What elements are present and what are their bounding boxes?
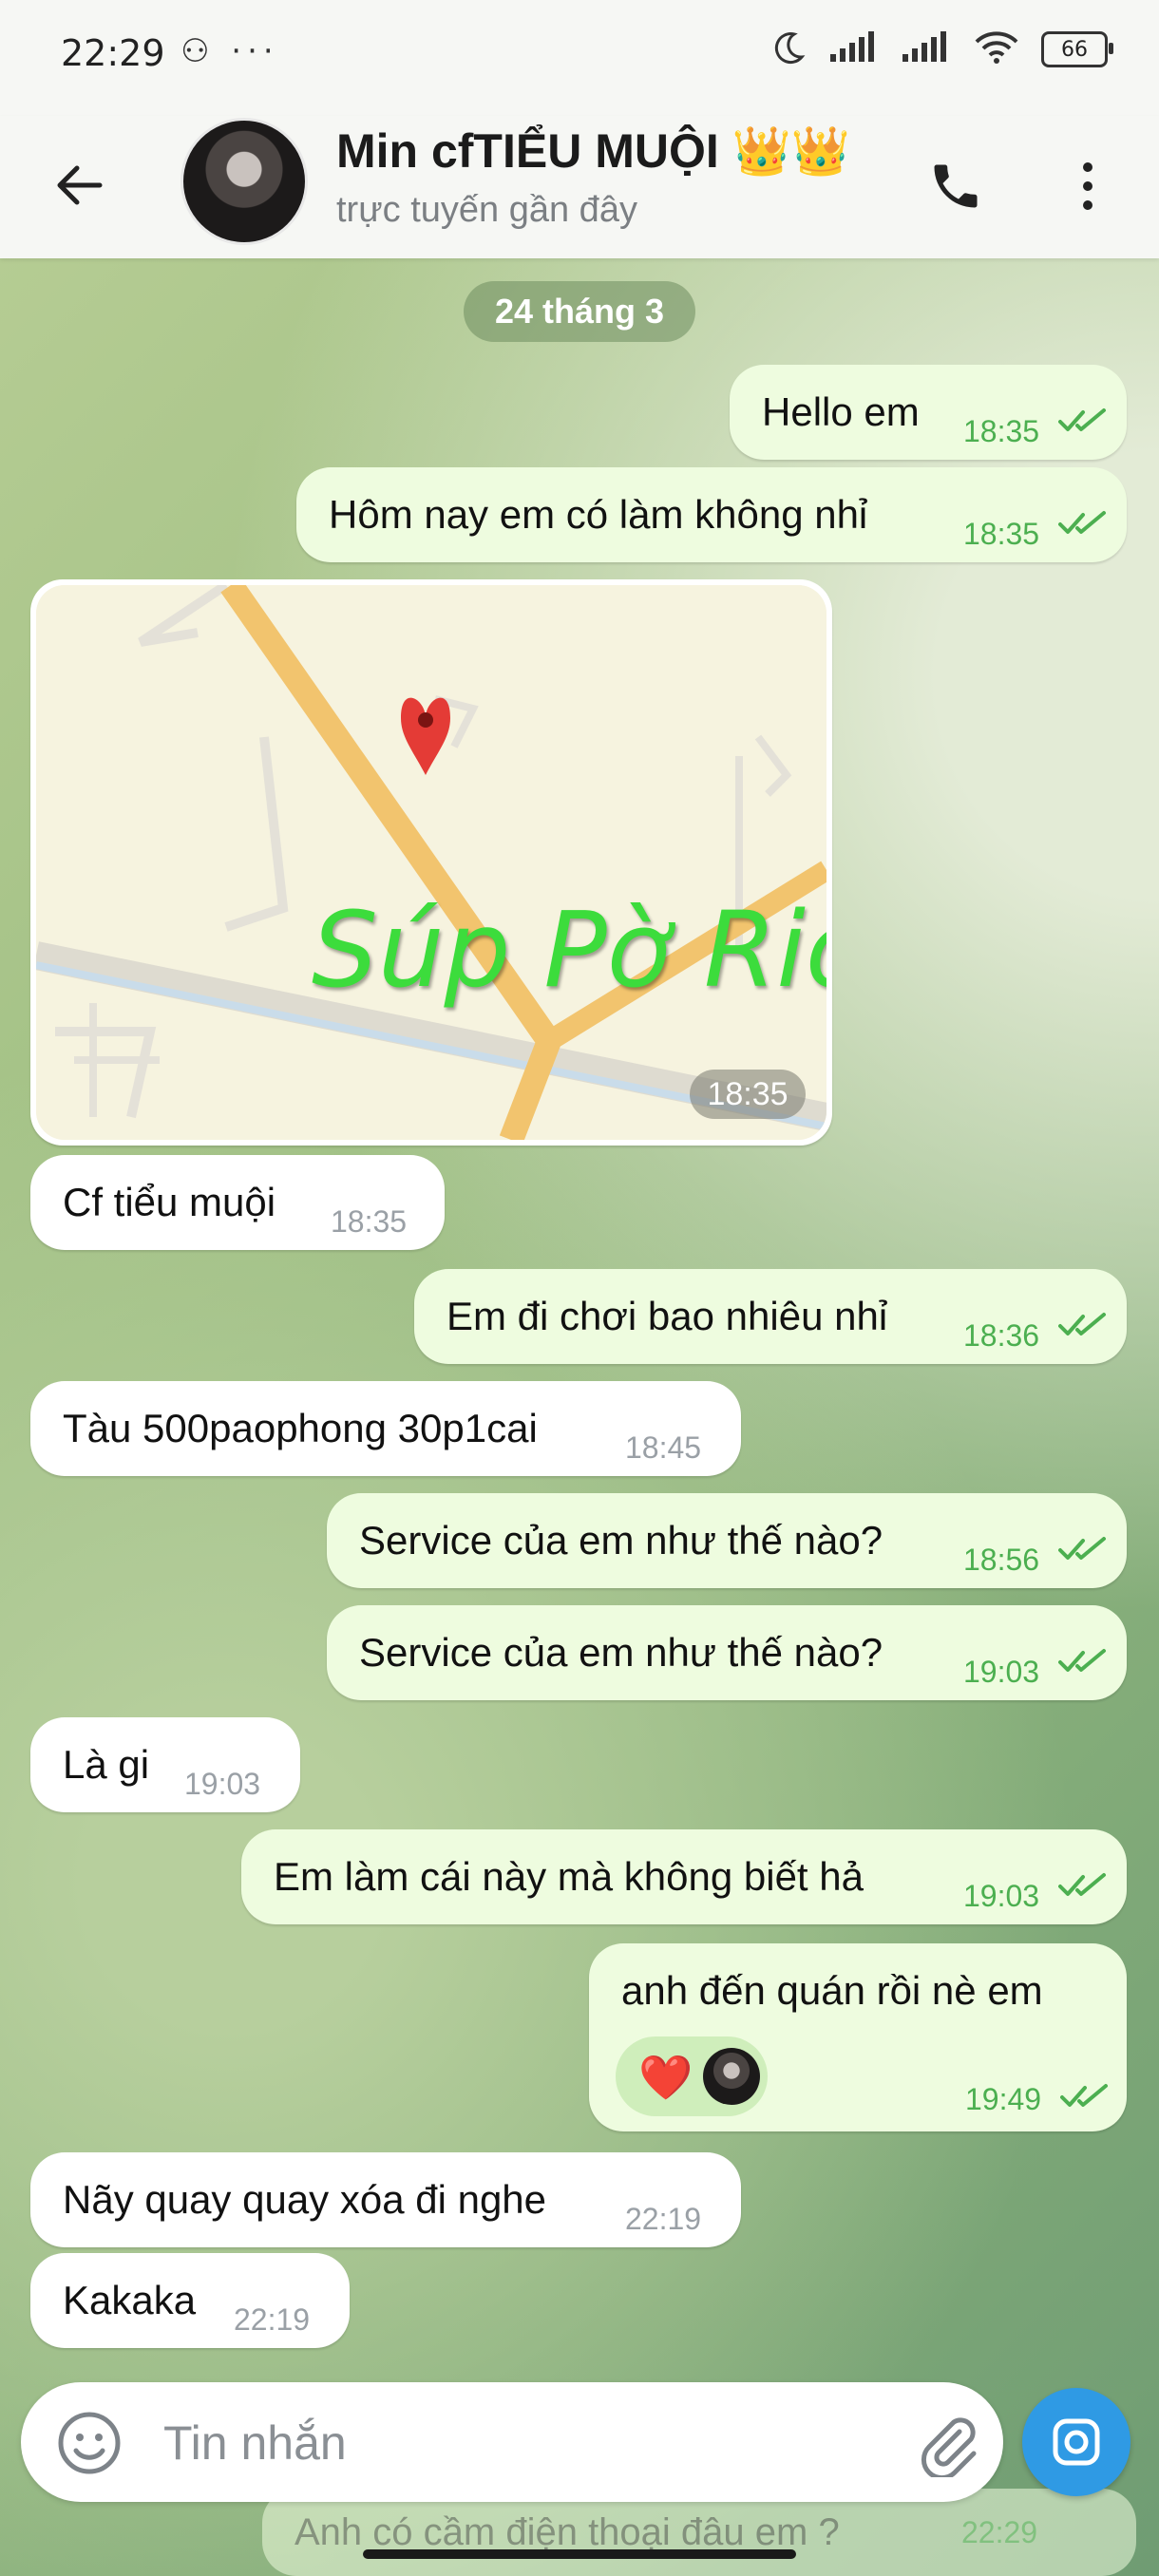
signal-icon — [828, 31, 880, 67]
message-time: 19:03 — [963, 1655, 1040, 1689]
message-time: 18:45 — [625, 1430, 702, 1465]
chat-area[interactable]: 24 tháng 3 Hello em 18:35 Hôm nay em có … — [0, 258, 1159, 2576]
message-incoming[interactable]: Nãy quay quay xóa đi nghe 22:19 — [30, 2152, 741, 2247]
date-separator: 24 tháng 3 — [464, 281, 695, 342]
message-outgoing[interactable]: Em đi chơi bao nhiêu nhỉ 18:36 — [414, 1269, 1127, 1364]
phone-icon — [934, 164, 978, 208]
message-input[interactable] — [162, 2405, 887, 2481]
smiley-icon — [58, 2412, 121, 2474]
double-check-icon — [1058, 1871, 1108, 1900]
message-text: Em làm cái này mà không biết hả — [274, 1854, 864, 1899]
camera-icon — [1053, 2418, 1100, 2466]
status-time: 22:29 — [61, 32, 165, 74]
paperclip-icon — [921, 2417, 977, 2481]
kebab-menu-icon — [1083, 162, 1092, 210]
contact-name[interactable]: Min cfTIỂU MUỘI 👑👑 — [336, 123, 850, 180]
double-check-icon — [1060, 2082, 1110, 2111]
message-text: Cf tiểu muội — [63, 1180, 276, 1224]
signal-icon-2 — [901, 31, 952, 67]
camera-button[interactable] — [1022, 2388, 1130, 2496]
emoji-button[interactable] — [55, 2409, 124, 2477]
double-check-icon — [1058, 1535, 1108, 1563]
double-check-icon — [1058, 509, 1108, 538]
message-outgoing[interactable]: Service của em như thế nào? 19:03 — [327, 1605, 1127, 1700]
map-overlay-text: Súp Pờ Rio — [312, 889, 826, 1011]
wifi-icon — [973, 30, 1020, 68]
contact-status: trực tuyến gần đây — [336, 190, 637, 230]
message-incoming[interactable]: Kakaka 22:19 — [30, 2253, 350, 2348]
reaction-chip[interactable]: ❤️ — [616, 2036, 768, 2116]
message-time: 18:35 — [963, 414, 1040, 448]
message-outgoing[interactable]: Hello em 18:35 — [730, 365, 1127, 460]
message-incoming[interactable]: Cf tiểu muội 18:35 — [30, 1155, 445, 1250]
message-time: 18:36 — [963, 1318, 1040, 1353]
message-text: Kakaka — [63, 2278, 197, 2322]
more-options-button[interactable] — [1054, 148, 1121, 224]
message-text: Nãy quay quay xóa đi nghe — [63, 2177, 547, 2222]
message-time: 19:03 — [963, 1879, 1040, 1913]
arrow-left-icon — [57, 165, 103, 205]
do-not-disturb-icon — [770, 28, 808, 70]
message-text: Service của em như thế nào? — [359, 1630, 884, 1675]
message-text: Em đi chơi bao nhiêu nhỉ — [446, 1294, 888, 1338]
message-outgoing[interactable]: Service của em như thế nào? 18:56 — [327, 1493, 1127, 1588]
message-time: 18:56 — [963, 1543, 1040, 1577]
message-text: anh đến quán rồi nè em — [621, 1968, 1043, 2013]
map-image — [36, 585, 826, 1140]
reactor-avatar — [703, 2048, 760, 2105]
message-incoming[interactable]: Là gi 19:03 — [30, 1717, 300, 1812]
attach-button[interactable] — [914, 2409, 982, 2481]
chat-header: Min cfTIỂU MUỘI 👑👑 trực tuyến gần đây — [0, 116, 1159, 258]
map-preview[interactable]: Súp Pờ Rio 18:35 — [36, 585, 826, 1140]
heart-reaction: ❤️ — [638, 2053, 694, 2102]
double-check-icon — [1058, 1647, 1108, 1676]
message-outgoing[interactable]: Em làm cái này mà không biết hả 19:03 — [241, 1829, 1127, 1924]
message-time: 19:49 — [965, 2082, 1042, 2116]
message-incoming[interactable]: Tàu 500paophong 30p1cai 18:45 — [30, 1381, 741, 1476]
message-time: 22:19 — [234, 2302, 311, 2337]
notification-icons: ⚇ ··· — [180, 32, 279, 70]
message-time: 22:19 — [625, 2202, 702, 2236]
message-time: 19:03 — [184, 1767, 261, 1801]
call-button[interactable] — [918, 148, 994, 224]
message-time: 18:35 — [331, 1204, 408, 1239]
home-indicator[interactable] — [363, 2549, 796, 2559]
message-text: Service của em như thế nào? — [359, 1518, 884, 1563]
avatar[interactable] — [180, 118, 308, 245]
back-button[interactable] — [46, 152, 112, 218]
location-message[interactable]: Súp Pờ Rio 18:35 — [30, 579, 832, 1146]
system-icons: 66 — [770, 28, 1113, 70]
double-check-icon — [1058, 407, 1108, 435]
double-check-icon — [1058, 1311, 1108, 1339]
message-text: Hello em — [762, 389, 920, 434]
message-composer — [21, 2382, 1003, 2502]
message-time: 18:35 — [690, 1070, 806, 1119]
message-time: 18:35 — [963, 517, 1040, 551]
message-time: 22:29 — [961, 2515, 1038, 2549]
message-outgoing[interactable]: Hôm nay em có làm không nhỉ 18:35 — [296, 467, 1127, 562]
message-text: Tàu 500paophong 30p1cai — [63, 1406, 538, 1450]
message-text: Là gi — [63, 1742, 150, 1787]
status-bar: 22:29 ⚇ ··· 66 — [0, 0, 1159, 116]
battery-icon: 66 — [1041, 31, 1113, 67]
message-text: Hôm nay em có làm không nhỉ — [329, 492, 868, 537]
